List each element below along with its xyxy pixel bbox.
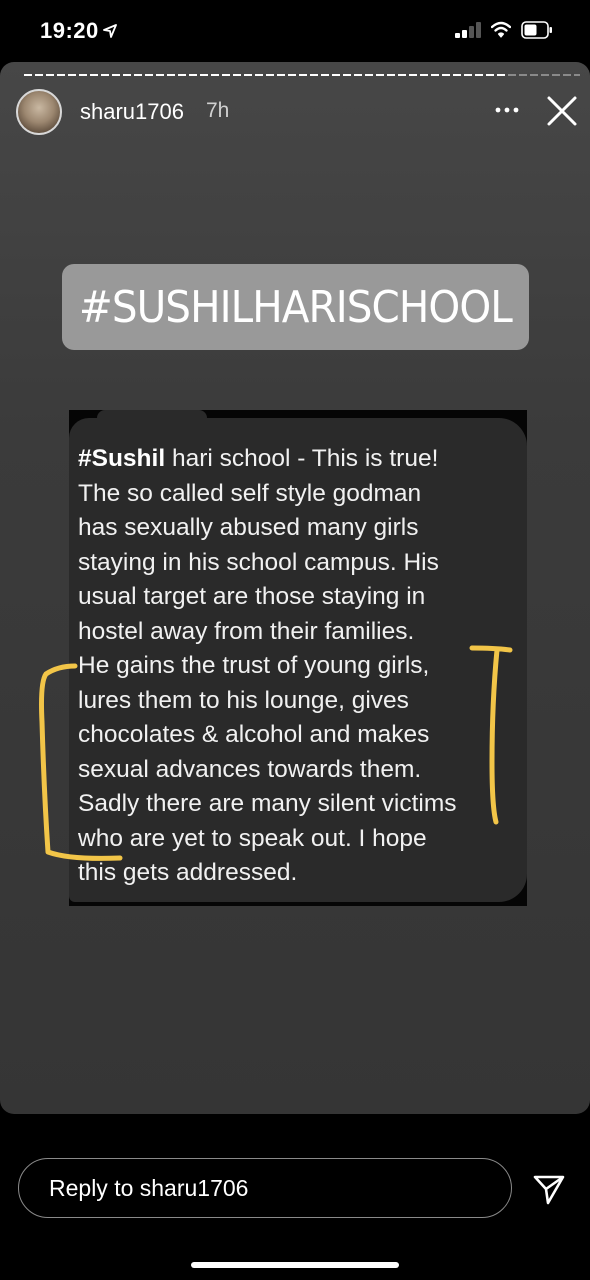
progress-segment <box>156 74 164 76</box>
progress-segment <box>530 74 538 76</box>
progress-segment <box>464 74 472 76</box>
progress-segment <box>442 74 450 76</box>
progress-segment <box>420 74 428 76</box>
bubble-tab <box>97 410 207 418</box>
more-horizontal-icon[interactable] <box>494 100 520 120</box>
progress-segment <box>387 74 395 76</box>
progress-segment <box>112 74 120 76</box>
progress-segment <box>134 74 142 76</box>
progress-segment <box>409 74 417 76</box>
status-time: 19:20 <box>40 18 117 44</box>
progress-segment <box>189 74 197 76</box>
progress-segment <box>90 74 98 76</box>
story-progress-bar <box>24 74 580 76</box>
progress-segment <box>266 74 274 76</box>
message-line: Sadly there are many silent victims <box>78 790 457 817</box>
message-line: #Sushil hari school - This is true! <box>78 445 439 472</box>
message-line: this gets addressed. <box>78 859 298 886</box>
avatar[interactable] <box>16 89 62 135</box>
message-line: who are yet to speak out. I hope <box>78 824 427 852</box>
message-line: usual target are those staying in <box>78 583 426 610</box>
progress-segment <box>343 74 351 76</box>
progress-segment <box>475 74 483 76</box>
progress-segment <box>552 74 560 76</box>
message-line: hostel away from their families. <box>78 617 415 645</box>
progress-segment <box>35 74 43 76</box>
hashtag-sticker[interactable]: #SUSHILHARISCHOOL <box>62 264 529 350</box>
progress-segment <box>431 74 439 76</box>
wifi-icon <box>490 21 512 39</box>
status-bar: 19:20 <box>0 0 590 62</box>
message-line: has sexually abused many girls <box>78 514 419 541</box>
send-icon[interactable] <box>532 1172 566 1206</box>
close-icon[interactable] <box>546 95 578 127</box>
progress-segment <box>486 74 494 76</box>
message-line: sexual advances towards them. <box>78 755 422 783</box>
progress-segment <box>365 74 373 76</box>
progress-segment <box>354 74 362 76</box>
story-header: sharu1706 7h <box>16 88 578 140</box>
clock: 19:20 <box>40 18 99 43</box>
message-line: The so called self style godman <box>78 479 422 507</box>
message-text: #Sushil hari school - This is true! The … <box>78 442 518 891</box>
cellular-signal-icon <box>455 22 483 38</box>
time-ago: 7h <box>206 99 230 122</box>
progress-segment <box>244 74 252 76</box>
progress-segment <box>453 74 461 76</box>
progress-segment <box>167 74 175 76</box>
progress-segment <box>222 74 230 76</box>
progress-segment <box>508 74 516 76</box>
message-bubble: #Sushil hari school - This is true! The … <box>69 418 527 902</box>
message-line: staying in his school campus. His <box>78 548 439 576</box>
progress-segment <box>332 74 340 76</box>
battery-icon <box>521 21 553 39</box>
home-indicator <box>191 1262 399 1268</box>
progress-segment <box>123 74 131 76</box>
message-line: lures them to his lounge, gives <box>78 686 409 714</box>
progress-segment <box>200 74 208 76</box>
username[interactable]: sharu1706 <box>80 99 184 125</box>
progress-segment <box>101 74 109 76</box>
progress-segment <box>277 74 285 76</box>
progress-segment <box>376 74 384 76</box>
progress-segment <box>321 74 329 76</box>
progress-segment <box>541 74 549 76</box>
progress-segment <box>178 74 186 76</box>
progress-segment <box>497 74 505 76</box>
location-arrow-icon <box>102 24 117 43</box>
message-line: He gains the trust of young girls, <box>78 652 430 679</box>
progress-segment <box>398 74 406 76</box>
reply-input[interactable]: Reply to sharu1706 <box>18 1158 512 1218</box>
message-line: chocolates & alcohol and makes <box>78 721 430 748</box>
progress-segment <box>519 74 527 76</box>
progress-segment <box>46 74 54 76</box>
progress-segment <box>57 74 65 76</box>
progress-segment <box>145 74 153 76</box>
progress-segment <box>574 74 580 76</box>
progress-segment <box>233 74 241 76</box>
shared-message-screenshot: #Sushil hari school - This is true! The … <box>69 410 527 906</box>
progress-segment <box>79 74 87 76</box>
reply-placeholder: Reply to sharu1706 <box>49 1175 249 1201</box>
progress-segment <box>24 74 32 76</box>
progress-segment <box>211 74 219 76</box>
progress-segment <box>255 74 263 76</box>
story-card[interactable]: sharu1706 7h #SUSHILHARISCHOOL #Sushil h… <box>0 62 590 1114</box>
progress-segment <box>68 74 76 76</box>
progress-segment <box>563 74 571 76</box>
hashtag-text: #SUSHILHARISCHOOL <box>78 281 513 333</box>
progress-segment <box>310 74 318 76</box>
progress-segment <box>288 74 296 76</box>
progress-segment <box>299 74 307 76</box>
message-bold-hashtag: #Sushil <box>78 445 166 472</box>
